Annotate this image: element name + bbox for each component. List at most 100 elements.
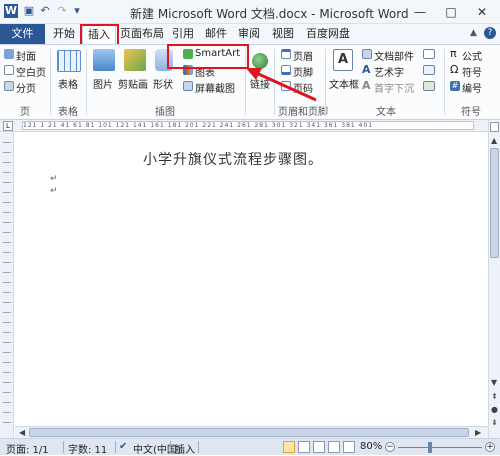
zoom-level[interactable]: 80% [360, 441, 382, 452]
equation-icon: π [450, 47, 457, 60]
tab-page-layout[interactable]: 页面布局 [120, 24, 164, 44]
text-box-button[interactable]: 文本框 [329, 76, 359, 91]
draft-view-icon[interactable] [343, 441, 355, 453]
minimize-button[interactable]: — [405, 2, 435, 22]
picture-icon[interactable] [93, 49, 115, 71]
cover-page-button[interactable]: 封面 [16, 48, 36, 63]
zoom-in-icon[interactable]: + [485, 442, 495, 452]
header-icon [281, 49, 291, 59]
number-button[interactable]: 编号 [462, 80, 482, 95]
outline-view-icon[interactable] [328, 441, 340, 453]
screenshot-button[interactable]: 屏幕截图 [195, 80, 235, 95]
symbol-button[interactable]: 符号 [462, 64, 482, 79]
horizontal-scrollbar[interactable]: ◀ ▶ [15, 426, 488, 438]
tab-review[interactable]: 审阅 [238, 24, 260, 44]
proofing-icon[interactable]: ✔ [119, 441, 127, 452]
group-label-symbols: 符号 [461, 107, 481, 118]
zoom-slider-track[interactable] [398, 447, 482, 448]
wordart-icon: A [362, 63, 371, 76]
status-separator [63, 441, 64, 453]
ruler-scale: 121 1 21 41 61 81 101 121 141 161 181 20… [22, 121, 474, 130]
scroll-left-icon[interactable]: ◀ [19, 428, 25, 437]
vertical-ruler[interactable] [0, 132, 14, 438]
ruler-toggle-icon[interactable] [490, 122, 499, 132]
drop-cap-icon: A [362, 79, 371, 92]
language-indicator[interactable]: 中文(中国) [133, 441, 181, 456]
browse-object-icon[interactable]: ● [491, 405, 498, 414]
help-icon[interactable]: ? [484, 27, 496, 39]
screenshot-icon [183, 81, 193, 91]
tab-mailings[interactable]: 邮件 [205, 24, 227, 44]
page-break-icon [4, 81, 14, 91]
group-separator [325, 49, 326, 115]
group-separator [86, 49, 87, 115]
insert-mode-indicator[interactable]: 插入 [175, 441, 195, 456]
group-separator [444, 49, 445, 115]
web-layout-icon[interactable] [313, 441, 325, 453]
next-page-icon[interactable]: ⇟ [491, 418, 498, 427]
shapes-button[interactable]: 形状 [153, 76, 173, 91]
group-label-illustrations: 插图 [155, 107, 175, 118]
previous-page-icon[interactable]: ⇞ [491, 392, 498, 401]
tab-references[interactable]: 引用 [172, 24, 194, 44]
print-layout-icon[interactable] [283, 441, 295, 453]
vertical-scrollbar[interactable]: ▲ ▼ ⇞ ● ⇟ [488, 120, 500, 438]
signature-line-icon[interactable] [423, 49, 435, 59]
cover-page-icon [4, 49, 14, 59]
paragraph-mark: ↵ [50, 186, 58, 196]
word-count[interactable]: 字数: 11 [68, 441, 107, 456]
tab-file[interactable]: 文件 [0, 24, 45, 44]
text-box-icon[interactable]: A [333, 49, 353, 71]
page-break-button[interactable]: 分页 [16, 80, 36, 95]
full-screen-reading-icon[interactable] [298, 441, 310, 453]
status-bar: 页面: 1/1 字数: 11 ✔ 中文(中国) 插入 80% − + [0, 438, 500, 456]
undo-icon[interactable]: ↶ [38, 4, 52, 18]
number-icon: # [450, 81, 460, 91]
clip-art-button[interactable]: 剪贴画 [118, 76, 148, 91]
vertical-scroll-thumb[interactable] [490, 148, 499, 258]
customize-quick-access-icon[interactable]: ▾ [70, 4, 84, 18]
omega-icon: Ω [450, 63, 459, 76]
blank-page-button[interactable]: 空白页 [16, 64, 46, 79]
horizontal-scroll-thumb[interactable] [29, 428, 469, 437]
collapse-ribbon-icon[interactable]: ▲ [470, 28, 477, 38]
zoom-out-icon[interactable]: − [385, 442, 395, 452]
zoom-slider-thumb[interactable] [428, 442, 432, 453]
equation-button[interactable]: 公式 [462, 48, 482, 63]
scroll-down-icon[interactable]: ▼ [491, 378, 497, 387]
drop-cap-button[interactable]: 首字下沉 [374, 80, 414, 95]
title-bar: W ▣ ↶ ↷ ▾ 新建 Microsoft Word 文档.docx - Mi… [0, 0, 500, 24]
highlight-box-smartart [167, 44, 249, 69]
wordart-button[interactable]: 艺术字 [374, 64, 404, 79]
maximize-button[interactable]: □ [436, 2, 466, 22]
group-label-pages: 页 [20, 107, 30, 118]
tab-baidu-netdisk[interactable]: 百度网盘 [306, 24, 350, 44]
picture-button[interactable]: 图片 [93, 76, 113, 91]
tab-selector-icon[interactable]: L [3, 121, 13, 131]
status-separator [115, 441, 116, 453]
document-page[interactable]: 小学升旗仪式流程步骤图。 ↵ ↵ [15, 132, 487, 438]
tab-view[interactable]: 视图 [272, 24, 294, 44]
vertical-ruler-scale [3, 142, 11, 432]
group-separator [50, 49, 51, 115]
redo-icon[interactable]: ↷ [55, 4, 69, 18]
quick-parts-button[interactable]: 文档部件 [374, 48, 414, 63]
close-button[interactable]: ✕ [467, 2, 497, 22]
document-title-line[interactable]: 小学升旗仪式流程步骤图。 [143, 149, 323, 169]
object-icon[interactable] [423, 81, 435, 91]
group-label-tables: 表格 [58, 107, 78, 118]
horizontal-ruler[interactable]: L 121 1 21 41 61 81 101 121 141 161 181 … [0, 120, 488, 132]
scroll-up-icon[interactable]: ▲ [491, 136, 497, 145]
save-icon[interactable]: ▣ [22, 4, 36, 18]
group-label-text: 文本 [376, 107, 396, 118]
word-icon[interactable]: W [4, 4, 18, 18]
tab-home[interactable]: 开始 [53, 24, 75, 44]
window-title: 新建 Microsoft Word 文档.docx - Microsoft Wo… [130, 7, 409, 21]
blank-page-icon [4, 65, 14, 75]
table-icon[interactable] [57, 50, 81, 72]
scroll-right-icon[interactable]: ▶ [475, 428, 481, 437]
page-count[interactable]: 页面: 1/1 [6, 441, 49, 456]
table-button[interactable]: 表格 [58, 76, 78, 91]
date-time-icon[interactable] [423, 65, 435, 75]
clip-art-icon[interactable] [124, 49, 146, 71]
